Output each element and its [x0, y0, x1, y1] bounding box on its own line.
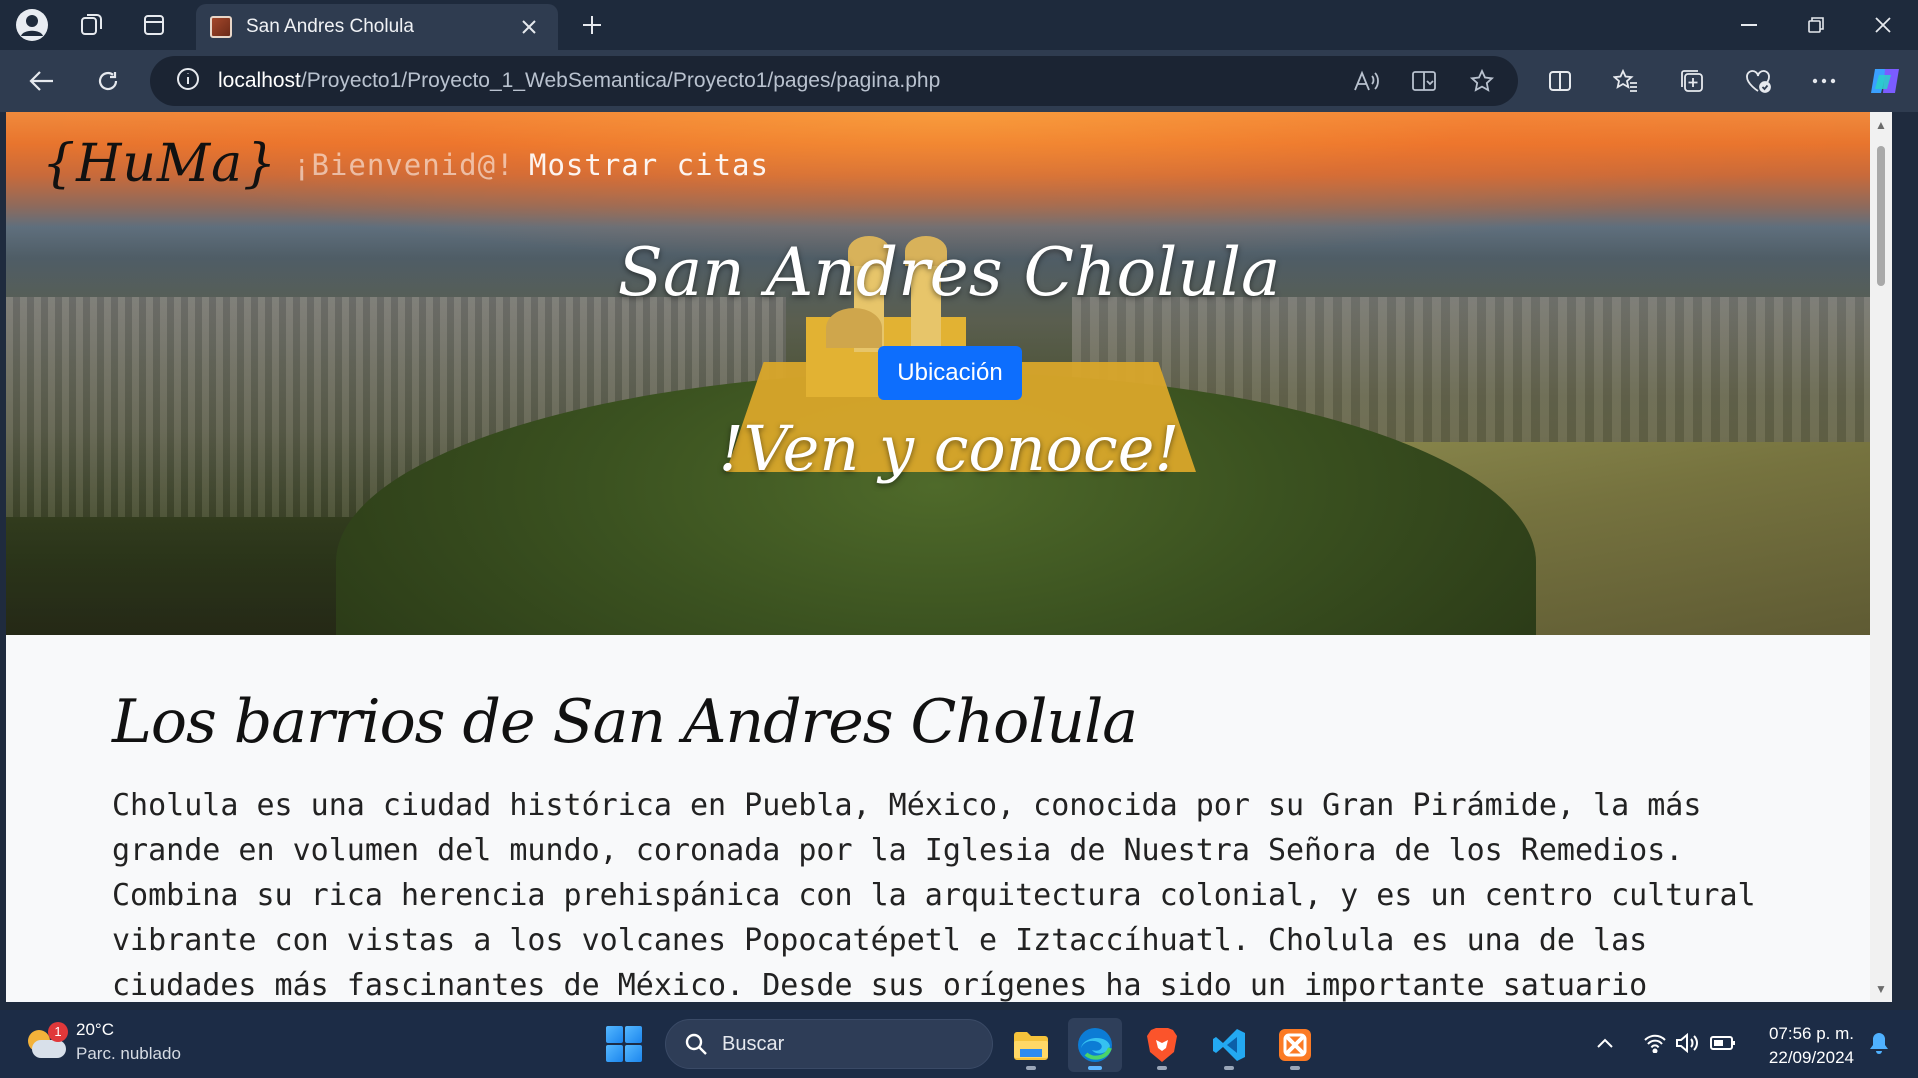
brand-logo[interactable]: {HuMa}	[42, 134, 277, 194]
favorite-star-icon[interactable]	[1460, 60, 1504, 102]
collections-icon[interactable]	[1670, 60, 1714, 102]
location-button[interactable]: Ubicación	[878, 346, 1022, 400]
tab-favicon-icon	[210, 16, 232, 38]
show-hidden-icons-icon[interactable]	[1590, 1028, 1620, 1058]
favorites-icon[interactable]	[1604, 60, 1648, 102]
immersive-reader-icon[interactable]	[1402, 60, 1446, 102]
browser-titlebar: San Andres Cholula	[0, 0, 1918, 50]
site-info-icon[interactable]	[176, 67, 200, 96]
weather-widget[interactable]: 1 20°C Parc. nublado	[26, 1018, 181, 1066]
workspaces-icon[interactable]	[70, 8, 114, 42]
volume-icon[interactable]	[1672, 1028, 1702, 1058]
new-tab-icon[interactable]	[570, 8, 614, 42]
back-icon[interactable]	[20, 60, 64, 102]
vscode-icon[interactable]	[1202, 1018, 1256, 1072]
section-heading: Los barrios de San Andres Cholula	[112, 687, 1138, 757]
section-paragraph: Cholula es una ciudad histórica en Puebl…	[112, 788, 1756, 1002]
profile-icon[interactable]	[10, 8, 54, 42]
scrollbar-thumb[interactable]	[1877, 146, 1885, 286]
scroll-up-icon[interactable]: ▲	[1874, 118, 1888, 132]
nav-appointments-link[interactable]: Mostrar citas	[529, 148, 769, 182]
windows-taskbar: 1 20°C Parc. nublado Buscar 07:56 p. m. …	[0, 1010, 1918, 1078]
copilot-icon[interactable]	[1864, 60, 1908, 102]
refresh-icon[interactable]	[86, 60, 130, 102]
windows-start-icon[interactable]	[606, 1026, 642, 1062]
clock-date: 22/09/2024	[1768, 1048, 1854, 1067]
split-screen-icon[interactable]	[1538, 60, 1582, 102]
search-icon	[685, 1033, 707, 1055]
file-explorer-icon[interactable]	[1004, 1018, 1058, 1072]
tab-title: San Andres Cholula	[246, 16, 414, 37]
nav-welcome-link[interactable]: ¡Bienvenid@!	[293, 148, 515, 182]
page-scrollbar[interactable]: ▲ ▼	[1870, 112, 1892, 1002]
weather-temperature: 20°C	[76, 1020, 114, 1039]
weather-badge: 1	[48, 1022, 68, 1042]
read-aloud-icon[interactable]	[1344, 60, 1388, 102]
scroll-down-icon[interactable]: ▼	[1874, 982, 1888, 996]
browser-tab[interactable]: San Andres Cholula	[196, 4, 558, 50]
tab-actions-icon[interactable]	[132, 8, 176, 42]
hero-subtitle: !Ven y conoce!	[718, 412, 1180, 485]
clock-time: 07:56 p. m.	[1768, 1024, 1854, 1043]
url-text[interactable]: localhost/Proyecto1/Proyecto_1_WebSemant…	[218, 69, 940, 93]
minimize-icon[interactable]	[1716, 0, 1782, 50]
battery-icon[interactable]	[1708, 1028, 1738, 1058]
hero-title: San Andres Cholula	[617, 234, 1281, 311]
address-bar[interactable]: localhost/Proyecto1/Proyecto_1_WebSemant…	[150, 56, 1518, 106]
browser-essentials-icon[interactable]	[1736, 60, 1780, 102]
weather-condition: Parc. nublado	[76, 1044, 181, 1063]
hero-banner: {HuMa} ¡Bienvenid@! Mostrar citas San An…	[6, 112, 1892, 635]
brave-browser-icon[interactable]	[1135, 1018, 1189, 1072]
more-options-icon[interactable]	[1802, 60, 1846, 102]
taskbar-search[interactable]: Buscar	[665, 1019, 993, 1069]
search-placeholder: Buscar	[722, 1032, 785, 1055]
browser-toolbar: localhost/Proyecto1/Proyecto_1_WebSemant…	[0, 50, 1918, 112]
close-tab-icon[interactable]	[514, 12, 544, 42]
partly-cloudy-icon: 1	[26, 1022, 68, 1062]
page-viewport: {HuMa} ¡Bienvenid@! Mostrar citas San An…	[6, 112, 1892, 1002]
system-clock[interactable]: 07:56 p. m. 22/09/2024	[1758, 1022, 1854, 1070]
xampp-icon[interactable]	[1268, 1018, 1322, 1072]
wifi-icon[interactable]	[1640, 1028, 1670, 1058]
edge-browser-icon[interactable]	[1068, 1018, 1122, 1072]
restore-icon[interactable]	[1783, 0, 1849, 50]
close-window-icon[interactable]	[1850, 0, 1916, 50]
barrios-section: Los barrios de San Andres Cholula Cholul…	[112, 687, 1792, 1002]
notifications-bell-icon[interactable]	[1864, 1028, 1894, 1058]
